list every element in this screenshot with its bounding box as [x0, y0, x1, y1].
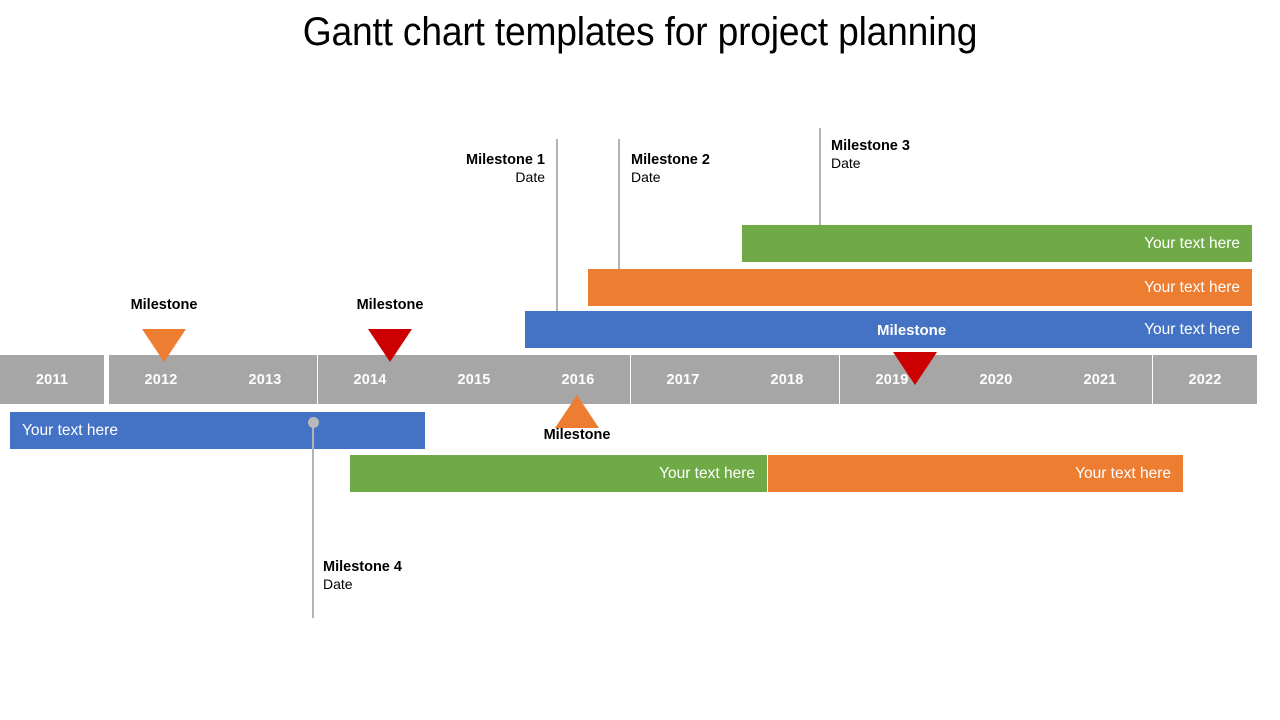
milestone-callout-4-date: Date: [323, 576, 353, 592]
milestone-callout-1-name: Milestone 1: [466, 152, 545, 168]
page-title: Gantt chart templates for project planni…: [302, 10, 978, 54]
year-cell-2011[interactable]: 2011: [0, 355, 104, 404]
year-label-2020: 2020: [979, 371, 1013, 388]
milestone-callout-2: Milestone 2 Date: [631, 152, 851, 186]
year-label-2022: 2022: [1188, 371, 1222, 388]
task-bar-blue-bottom-label: Your text here: [22, 421, 118, 439]
year-label-2016: 2016: [561, 371, 595, 388]
task-bar-green-bottom[interactable]: Your text here: [350, 455, 767, 492]
year-cell-2018[interactable]: 2018: [735, 355, 839, 404]
year-label-2014: 2014: [353, 371, 387, 388]
year-label-2013: 2013: [248, 371, 282, 388]
year-label-2012: 2012: [144, 371, 178, 388]
year-cell-2014[interactable]: 2014: [318, 355, 422, 404]
task-bar-green-bottom-label: Your text here: [659, 464, 755, 482]
milestone-callout-4-name: Milestone 4: [323, 559, 402, 575]
year-cell-2015[interactable]: 2015: [422, 355, 526, 404]
milestone-callout-3-date: Date: [831, 155, 861, 171]
year-cell-2012[interactable]: 2012: [109, 355, 213, 404]
milestone-callout-2-name: Milestone 2: [631, 152, 710, 168]
task-bar-blue-top-inline-milestone: Milestone: [877, 322, 947, 339]
year-axis: 2011 2012 2013 2014 2015 2016 2017 2018 …: [0, 355, 1280, 404]
milestone-callout-1-date: Date: [515, 169, 545, 185]
year-cell-2022[interactable]: 2022: [1153, 355, 1257, 404]
task-bar-orange-bottom-label: Your text here: [1075, 464, 1171, 482]
gantt-chart-slide: Gantt chart templates for project planni…: [0, 0, 1280, 720]
milestone-callout-2-date: Date: [631, 169, 661, 185]
task-bar-blue-top-label: Your text here: [1144, 320, 1240, 338]
milestone-callout-3: Milestone 3 Date: [831, 138, 1051, 172]
milestone-2-connector-line: [618, 139, 620, 290]
milestone-marker-2014-label: Milestone: [356, 297, 424, 313]
task-bar-orange-bottom[interactable]: Your text here: [768, 455, 1183, 492]
milestone-marker-2016-label: Milestone: [543, 427, 611, 443]
year-cell-2013[interactable]: 2013: [213, 355, 317, 404]
year-label-2011: 2011: [35, 371, 69, 388]
milestone-callout-4: Milestone 4 Date: [323, 559, 563, 593]
milestone-4-connector-line: [312, 423, 314, 618]
task-bar-blue-bottom[interactable]: Your text here: [10, 412, 425, 449]
task-bar-blue-top[interactable]: Milestone Your text here: [525, 311, 1252, 348]
year-cell-2017[interactable]: 2017: [631, 355, 735, 404]
year-cell-2021[interactable]: 2021: [1048, 355, 1152, 404]
task-bar-green-top[interactable]: Your text here: [742, 225, 1252, 262]
milestone-marker-2012-icon[interactable]: [142, 329, 186, 362]
milestone-4-connector-dot: [308, 417, 319, 428]
task-bar-green-top-label: Your text here: [1144, 234, 1240, 252]
year-cell-2020[interactable]: 2020: [944, 355, 1048, 404]
milestone-callout-1: Milestone 1 Date: [355, 152, 545, 186]
year-label-2018: 2018: [770, 371, 804, 388]
milestone-marker-2014-icon[interactable]: [368, 329, 412, 362]
task-bar-orange-top[interactable]: Your text here: [588, 269, 1252, 306]
year-label-2021: 2021: [1083, 371, 1117, 388]
task-bar-orange-top-label: Your text here: [1144, 278, 1240, 296]
milestone-marker-2012-label: Milestone: [130, 297, 198, 313]
year-label-2017: 2017: [666, 371, 700, 388]
milestone-marker-2016-icon[interactable]: [555, 395, 599, 428]
milestone-marker-2019-icon[interactable]: [893, 352, 937, 385]
year-label-2015: 2015: [457, 371, 491, 388]
milestone-1-connector-line: [556, 139, 558, 331]
milestone-callout-3-name: Milestone 3: [831, 138, 910, 154]
